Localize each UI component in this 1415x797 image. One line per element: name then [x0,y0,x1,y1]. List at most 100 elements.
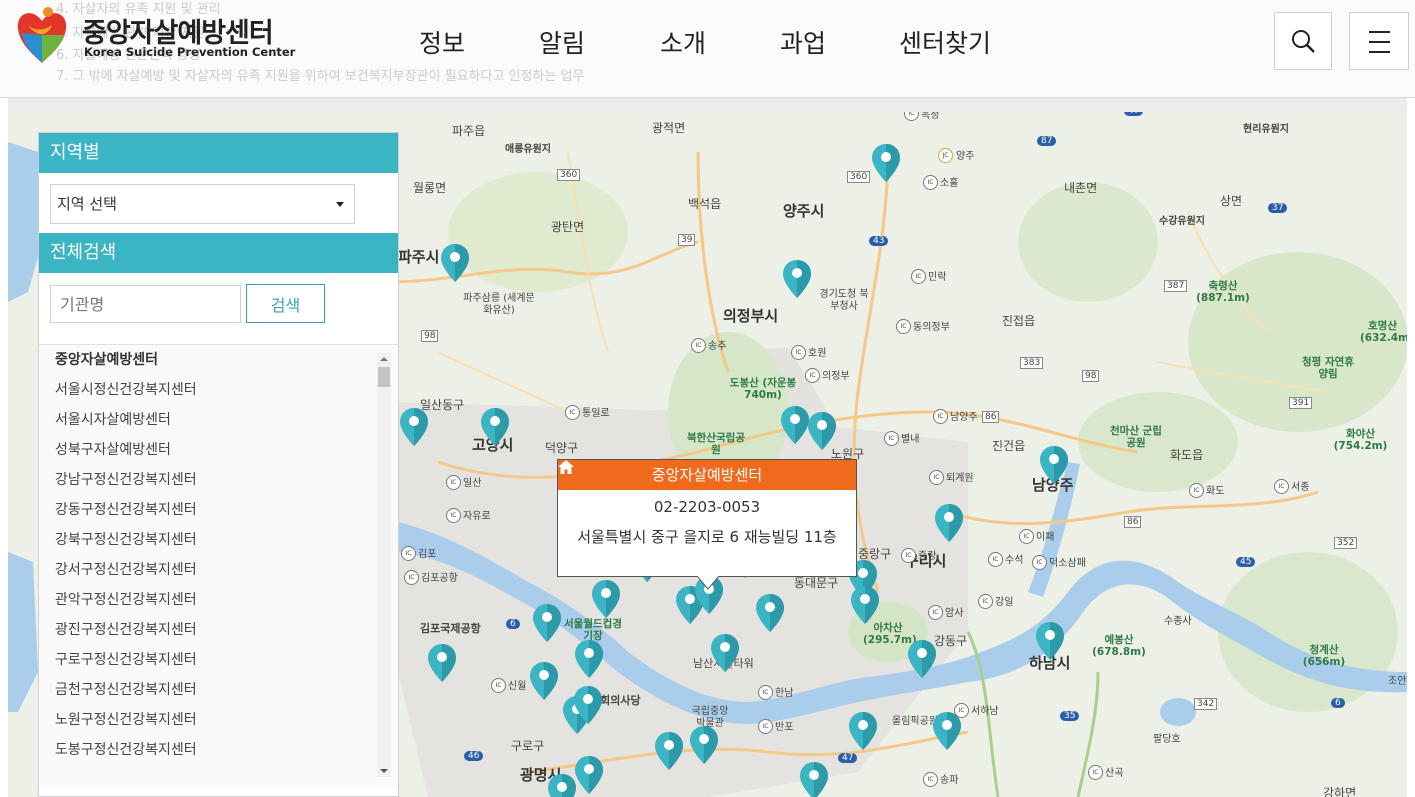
center-list-item[interactable]: 도봉구정신건강복지센터 [39,735,398,765]
map-pin-icon[interactable] [690,726,718,766]
center-list-item[interactable]: 강북구정신건강복지센터 [39,525,398,555]
center-list-item[interactable]: 구로구정신건강복지센터 [39,645,398,675]
search-button[interactable] [1274,12,1332,70]
map-pin-icon[interactable] [533,604,561,644]
map-pin-icon[interactable] [1036,622,1064,662]
ic-marker-icon: IC [758,719,773,734]
map-pin-icon[interactable] [655,732,683,772]
region-select-value: 지역 선택 [57,195,117,213]
ic-label: 반포 [775,722,794,733]
scroll-down-icon[interactable] [377,765,391,777]
ic-marker-icon: IC [791,345,806,360]
ic-label: 서하남 [971,706,999,717]
region-heading: 지역별 [39,133,398,173]
map-place-label: 내촌면 [1064,181,1098,195]
popup-pointer [697,576,719,590]
center-list-item[interactable]: 강동구정신건강복지센터 [39,495,398,525]
map-place-label: 진건읍 [992,439,1026,453]
ic-marker-icon: IC [1019,529,1034,544]
center-list-item[interactable]: 강남구정신건강복지센터 [39,465,398,495]
center-list[interactable]: 중앙자살예방센터 서울시정신건강복지센터 서울시자살예방센터 성북구자살예방센터 강남구… [39,344,398,788]
center-list-item[interactable]: 금천구정신건강복지센터 [39,675,398,705]
logo-subtitle: Korea Suicide Prevention Center [84,45,296,59]
route-number: 46 [464,751,484,761]
map-pin-icon[interactable] [428,644,456,684]
map-pin-icon[interactable] [441,244,469,284]
map-pin-icon[interactable] [592,580,620,620]
center-list-item[interactable]: 관악구정신건강복지센터 [39,585,398,615]
popup-header[interactable]: 중앙자살예방센터 [558,460,856,490]
map-poi-label: 화야산 (754.2m) [1333,428,1388,452]
map-pin-icon[interactable] [800,762,828,797]
map-pin-icon[interactable] [783,260,811,300]
center-list-item[interactable]: 성북구자살예방센터 [39,435,398,465]
institution-search-input[interactable] [50,285,241,323]
ic-label: 양주 [956,151,975,162]
map-pin-icon[interactable] [849,712,877,752]
map-pin-icon[interactable] [711,634,739,674]
nav-item-find-center[interactable]: 센터찾기 [899,24,991,60]
ic-label: 신월 [508,681,527,692]
ic-label: 호원 [808,348,827,359]
ic-marker-icon: JC [938,148,953,163]
map-city-label: 파주시 [398,248,440,266]
map-pin-icon[interactable] [756,594,784,634]
route-number: 98 [1082,370,1100,382]
map-poi-label: 축령산 (887.1m) [1196,280,1250,304]
map-poi-label: 서울월드컵경기장 [564,618,622,642]
region-select[interactable]: 지역 선택 [50,184,355,224]
map-place-label: 진접읍 [1002,314,1036,328]
nav-item-notice[interactable]: 알림 [539,24,585,60]
ic-marker-icon: IC [911,269,926,284]
map-pin-icon[interactable] [1040,446,1068,486]
map-pin-icon[interactable] [781,406,809,446]
ic-marker-icon: IC [933,409,948,424]
map-pin-icon[interactable] [575,640,603,680]
map-pin-icon[interactable] [935,504,963,544]
ic-marker-icon: IC [565,405,580,420]
nav-item-about[interactable]: 소개 [660,24,706,60]
site-logo[interactable]: 중앙자살예방센터 Korea Suicide Prevention Center [14,5,295,65]
map-pin-icon[interactable] [574,686,602,726]
route-number: 360 [557,169,581,181]
map-pin-icon[interactable] [908,640,936,680]
map-pin-icon[interactable] [872,144,900,184]
route-number: 45 [1236,557,1256,567]
center-list-item[interactable]: 중앙자살예방센터 [39,345,398,375]
map-place-label: 파주읍 [452,124,486,138]
ic-marker-icon: IC [1189,483,1204,498]
search-submit-button[interactable]: 검색 [246,284,325,323]
list-scrollbar[interactable] [377,353,391,777]
center-info-popup[interactable]: 중앙자살예방센터 02-2203-0053 서울특별시 중구 을지로 6 재능빌… [557,459,857,590]
header-divider [8,98,1407,112]
scroll-thumb[interactable] [378,367,390,387]
ic-marker-icon: IC [1088,765,1103,780]
map-place-label: 구로구 [511,739,545,753]
map-pin-icon[interactable] [400,408,428,448]
map-pin-icon[interactable] [575,756,603,796]
map-pin-icon[interactable] [933,712,961,752]
map-pin-icon[interactable] [808,412,836,452]
center-list-item[interactable]: 강서구정신건강복지센터 [39,555,398,585]
logo-mark-icon [17,7,67,63]
scroll-up-icon[interactable] [377,353,391,365]
route-number: 86 [1124,516,1142,528]
map-place-label: 백석읍 [688,197,722,211]
center-list-item[interactable]: 서울시자살예방센터 [39,405,398,435]
nav-item-tasks[interactable]: 과업 [780,24,826,60]
center-list-item[interactable]: 서울시정신건강복지센터 [39,375,398,405]
ic-label: 강일 [995,597,1014,608]
menu-button[interactable] [1349,12,1409,70]
map-pin-icon[interactable] [481,408,509,448]
map-poi-label: 북한산국립공원 [687,432,745,456]
ic-label: 동의정부 [913,322,950,333]
map-pin-icon[interactable] [548,774,576,797]
center-list-item[interactable]: 노원구정신건강복지센터 [39,705,398,735]
map-poi-label: 현리유원지 [1243,124,1289,135]
nav-item-info[interactable]: 정보 [419,24,465,60]
ic-label: 한남 [775,688,794,699]
map-pin-icon[interactable] [851,586,879,626]
center-list-item[interactable]: 광진구정신건강복지센터 [39,615,398,645]
map-pin-icon[interactable] [530,662,558,702]
ic-marker-icon: IC [446,508,461,523]
